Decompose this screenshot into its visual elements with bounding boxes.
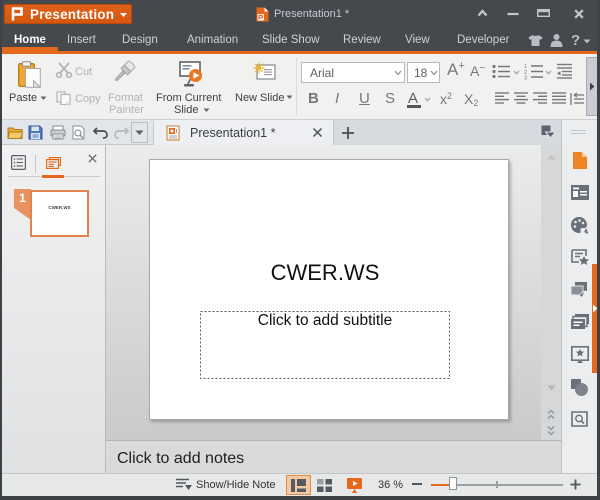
svg-text:3: 3 — [524, 76, 527, 81]
